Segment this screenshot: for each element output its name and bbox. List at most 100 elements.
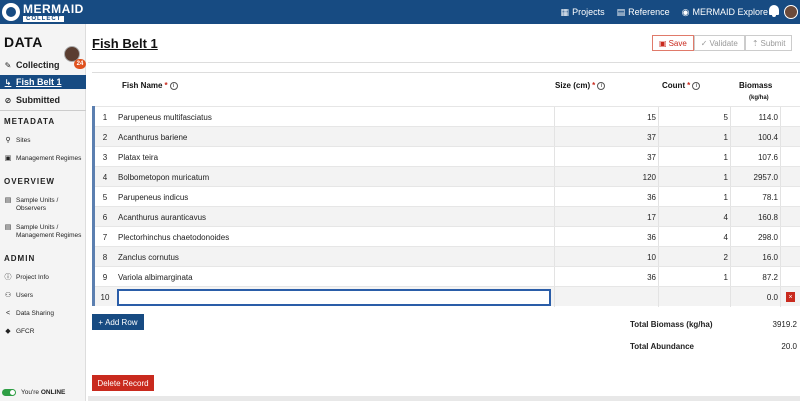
cell-divider <box>780 167 781 187</box>
table-row[interactable]: 6 Acanthurus auranticavus 17 4 160.8 <box>92 206 800 227</box>
count-cell: 4 <box>723 213 728 222</box>
table-row[interactable]: 8 Zanclus cornutus 10 2 16.0 <box>92 246 800 267</box>
sidebar-item-management-regimes[interactable]: ▣ Management Regimes <box>0 155 86 164</box>
cell-divider <box>780 107 781 127</box>
cell-divider <box>780 147 781 167</box>
cell-divider <box>658 107 659 127</box>
cell-divider <box>780 187 781 207</box>
biomass-cell: 16.0 <box>762 253 778 262</box>
cell-divider <box>730 107 731 127</box>
upload-icon: ⇡ <box>751 38 759 48</box>
sidebar-item-label: GFCR <box>16 328 35 335</box>
sidebar-section-overview: OVERVIEW <box>4 177 55 186</box>
sidebar-item-label: Project Info <box>16 274 49 281</box>
cell-divider <box>658 267 659 287</box>
info-icon[interactable]: i <box>169 81 178 90</box>
logo-title: MERMAID <box>23 1 84 16</box>
table-row[interactable]: 9 Variola albimarginata 36 1 87.2 <box>92 266 800 287</box>
fish-name-cell: Plectorhinchus chaetodonoides <box>118 233 230 242</box>
table-row[interactable]: 5 Parupeneus indicus 36 1 78.1 <box>92 186 800 207</box>
row-number: 4 <box>102 173 108 182</box>
sidebar-item-gfcr[interactable]: ◆ GFCR <box>0 328 86 337</box>
sidebar-item-su-management-regimes[interactable]: ▤ Sample Units / Management Regimes <box>0 224 86 240</box>
row-number: 2 <box>102 133 108 142</box>
sidebar-section-metadata: METADATA <box>4 117 56 126</box>
online-status-label: ONLINE <box>40 389 66 396</box>
submit-button[interactable]: ⇡ Submit <box>744 35 793 51</box>
page-title-number: 1 <box>150 36 158 51</box>
cell-divider <box>730 287 731 307</box>
save-button[interactable]: ▣ Save <box>652 35 694 51</box>
table-row[interactable]: 4 Bolbometopon muricatum 120 1 2957.0 <box>92 166 800 187</box>
cell-divider <box>780 127 781 147</box>
sidebar-item-sites[interactable]: ⚲ Sites <box>0 137 86 146</box>
total-abundance-label: Total Abundance <box>630 342 694 351</box>
sidebar-item-data-sharing[interactable]: < Data Sharing <box>0 310 86 319</box>
delete-record-button[interactable]: Delete Record <box>92 375 154 391</box>
count-cell: 1 <box>723 153 728 162</box>
total-biomass-label: Total Biomass (kg/ha) <box>630 320 713 329</box>
delete-row-button[interactable]: × <box>786 292 795 302</box>
table-row[interactable]: 2 Acanthurus bariene 37 1 100.4 <box>92 126 800 147</box>
sites-icon: ⚲ <box>5 137 11 144</box>
nav-explore[interactable]: ◉ MERMAID Explore <box>682 7 768 18</box>
validate-button[interactable]: ✓ Validate <box>693 35 745 51</box>
nav-reference[interactable]: ▤ Reference <box>617 7 670 18</box>
biomass-cell: 0.0 <box>766 293 778 302</box>
col-fish-name-label: Fish Name <box>122 81 163 90</box>
sidebar-item-su-observers[interactable]: ▤ Sample Units / Observers <box>0 197 86 213</box>
gfcr-icon: ◆ <box>5 328 11 335</box>
cell-divider <box>554 207 555 227</box>
cell-divider <box>658 167 659 187</box>
total-biomass-value: 3919.2 <box>772 320 797 329</box>
validate-label: Validate <box>709 38 738 48</box>
sidebar-item-submitted[interactable]: ⊘ Submitted <box>0 93 86 107</box>
fish-name-input[interactable] <box>117 289 551 306</box>
col-size-label: Size (cm) <box>555 81 591 90</box>
sidebar-divider <box>0 110 86 111</box>
add-row-button[interactable]: + Add Row <box>92 314 144 330</box>
col-count-label: Count <box>662 81 686 90</box>
info-icon[interactable]: i <box>692 81 701 90</box>
row-indicator-bar <box>92 106 95 306</box>
count-cell: 1 <box>723 173 728 182</box>
col-size: Size (cm) * i <box>555 81 606 90</box>
cell-divider <box>780 287 781 307</box>
online-toggle[interactable] <box>2 389 16 396</box>
table-row[interactable]: 1 Parupeneus multifasciatus 15 5 114.0 <box>92 106 800 127</box>
biomass-cell: 87.2 <box>762 273 778 282</box>
cell-divider <box>554 107 555 127</box>
table-row[interactable]: 7 Plectorhinchus chaetodonoides 36 4 298.0 <box>92 226 800 247</box>
sidebar-item-fish-belt[interactable]: ↳ Fish Belt 1 <box>0 75 86 89</box>
size-cell: 36 <box>647 273 656 282</box>
sidebar-item-project-info[interactable]: ⓘ Project Info <box>0 274 86 283</box>
return-arrow-icon: ↳ <box>4 77 12 87</box>
table-row[interactable]: 3 Platax teira 37 1 107.6 <box>92 146 800 167</box>
notification-bell-icon[interactable] <box>768 4 780 18</box>
mermaid-logo-icon <box>2 3 20 21</box>
row-number: 10 <box>100 293 110 302</box>
biomass-cell: 100.4 <box>757 133 778 142</box>
share-icon: < <box>5 310 11 317</box>
users-icon: ⚇ <box>4 292 12 299</box>
fish-name-cell: Acanthurus bariene <box>118 133 188 142</box>
size-cell: 37 <box>647 133 656 142</box>
table-row[interactable]: 10 × 0.0 <box>92 286 800 307</box>
biomass-cell: 2957.0 <box>753 173 778 182</box>
nav-reference-label: Reference <box>628 7 670 17</box>
count-cell: 2 <box>723 253 728 262</box>
info-icon[interactable]: i <box>597 81 606 90</box>
nav-projects[interactable]: ▦ Projects <box>561 7 605 18</box>
count-cell: 4 <box>723 233 728 242</box>
horizontal-scrollbar[interactable] <box>88 396 800 401</box>
count-cell: 1 <box>723 133 728 142</box>
sidebar-item-label: Users <box>16 292 33 299</box>
logo-subtitle: COLLECT <box>23 15 65 22</box>
sidebar-item-label: Collecting <box>16 60 60 70</box>
mermaid-logo[interactable]: MERMAID COLLECT <box>2 0 84 24</box>
table-header: Fish Name * i Size (cm) * i Count * i Bioma… <box>92 72 800 106</box>
sidebar-item-users[interactable]: ⚇ Users <box>0 292 86 301</box>
sidebar-item-collecting[interactable]: ✎ Collecting <box>0 58 86 72</box>
user-avatar[interactable] <box>784 5 798 19</box>
row-number: 5 <box>102 193 108 202</box>
